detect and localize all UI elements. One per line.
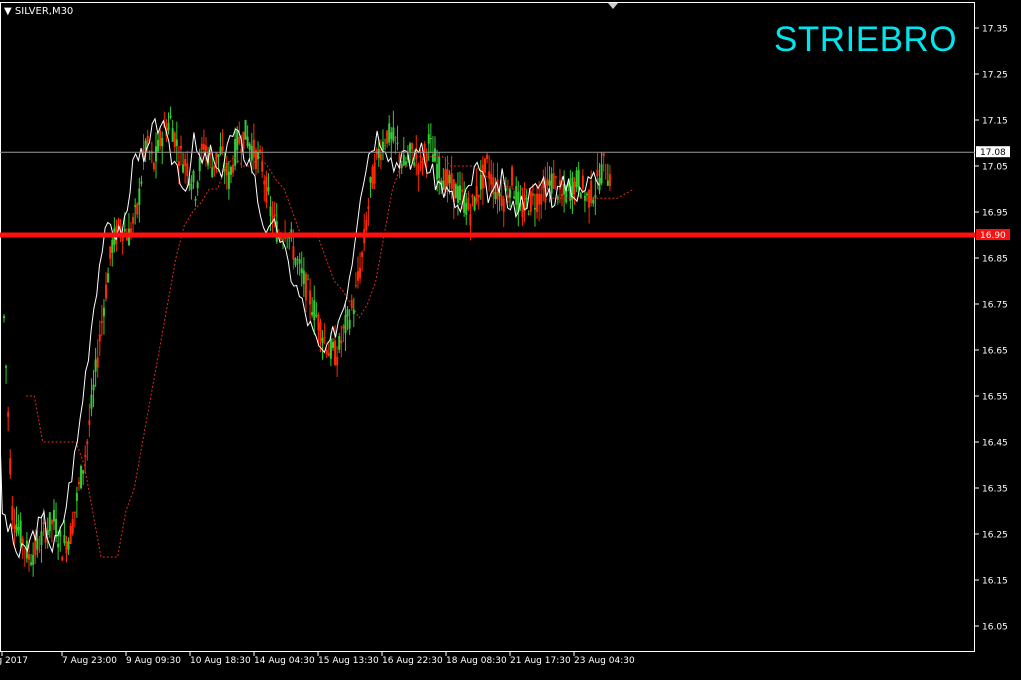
price-chart[interactable]: 17.35 17.25 17.15 17.05 16.95 16.85 16.75 16.65… [0, 0, 1021, 675]
x-tick-label: 21 Aug 17:30 [510, 656, 571, 666]
symbol-label: ▼ SILVER,M30 [4, 6, 73, 17]
x-tick-label: 18 Aug 08:30 [446, 656, 507, 666]
chart-background [0, 0, 1021, 675]
x-tick-label: 14 Aug 04:30 [254, 656, 315, 666]
y-tick-label: 17.05 [982, 163, 1008, 173]
x-tick-label: 16 Aug 22:30 [382, 656, 443, 666]
x-tick-label: 7 Aug 23:00 [62, 656, 117, 666]
y-tick-label: 16.25 [982, 531, 1008, 541]
x-tick-label: 23 Aug 04:30 [574, 656, 635, 666]
x-tick-label: 9 Aug 09:30 [126, 656, 181, 666]
y-tick-label: 16.65 [982, 347, 1008, 357]
y-tick-label: 16.05 [982, 623, 1008, 633]
dropdown-triangle-icon[interactable]: ▼ [4, 6, 12, 17]
chart-title: STRIEBRO [774, 20, 957, 59]
y-tick-label: 17.25 [982, 71, 1008, 81]
support-price-label: 16.90 [980, 231, 1006, 241]
y-tick-label: 16.15 [982, 577, 1008, 587]
y-tick-label: 17.35 [982, 25, 1008, 35]
chart-shift-marker-icon[interactable] [608, 3, 618, 9]
y-tick-label: 16.95 [982, 209, 1008, 219]
x-tick-label: 15 Aug 13:30 [318, 656, 379, 666]
y-tick-label: 16.75 [982, 301, 1008, 311]
y-tick-label: 16.55 [982, 393, 1008, 403]
chart-canvas[interactable]: 17.35 17.25 17.15 17.05 16.95 16.85 16.75 16.65… [0, 0, 1021, 675]
y-tick-label: 16.45 [982, 439, 1008, 449]
y-tick-label: 16.35 [982, 485, 1008, 495]
current-price-label: 17.08 [980, 148, 1006, 158]
x-tick-label: 4 Aug 2017 [0, 656, 28, 666]
x-tick-label: 10 Aug 18:30 [190, 656, 251, 666]
y-tick-label: 16.85 [982, 255, 1008, 265]
symbol-text: SILVER,M30 [14, 6, 74, 17]
y-tick-label: 17.15 [982, 117, 1008, 127]
